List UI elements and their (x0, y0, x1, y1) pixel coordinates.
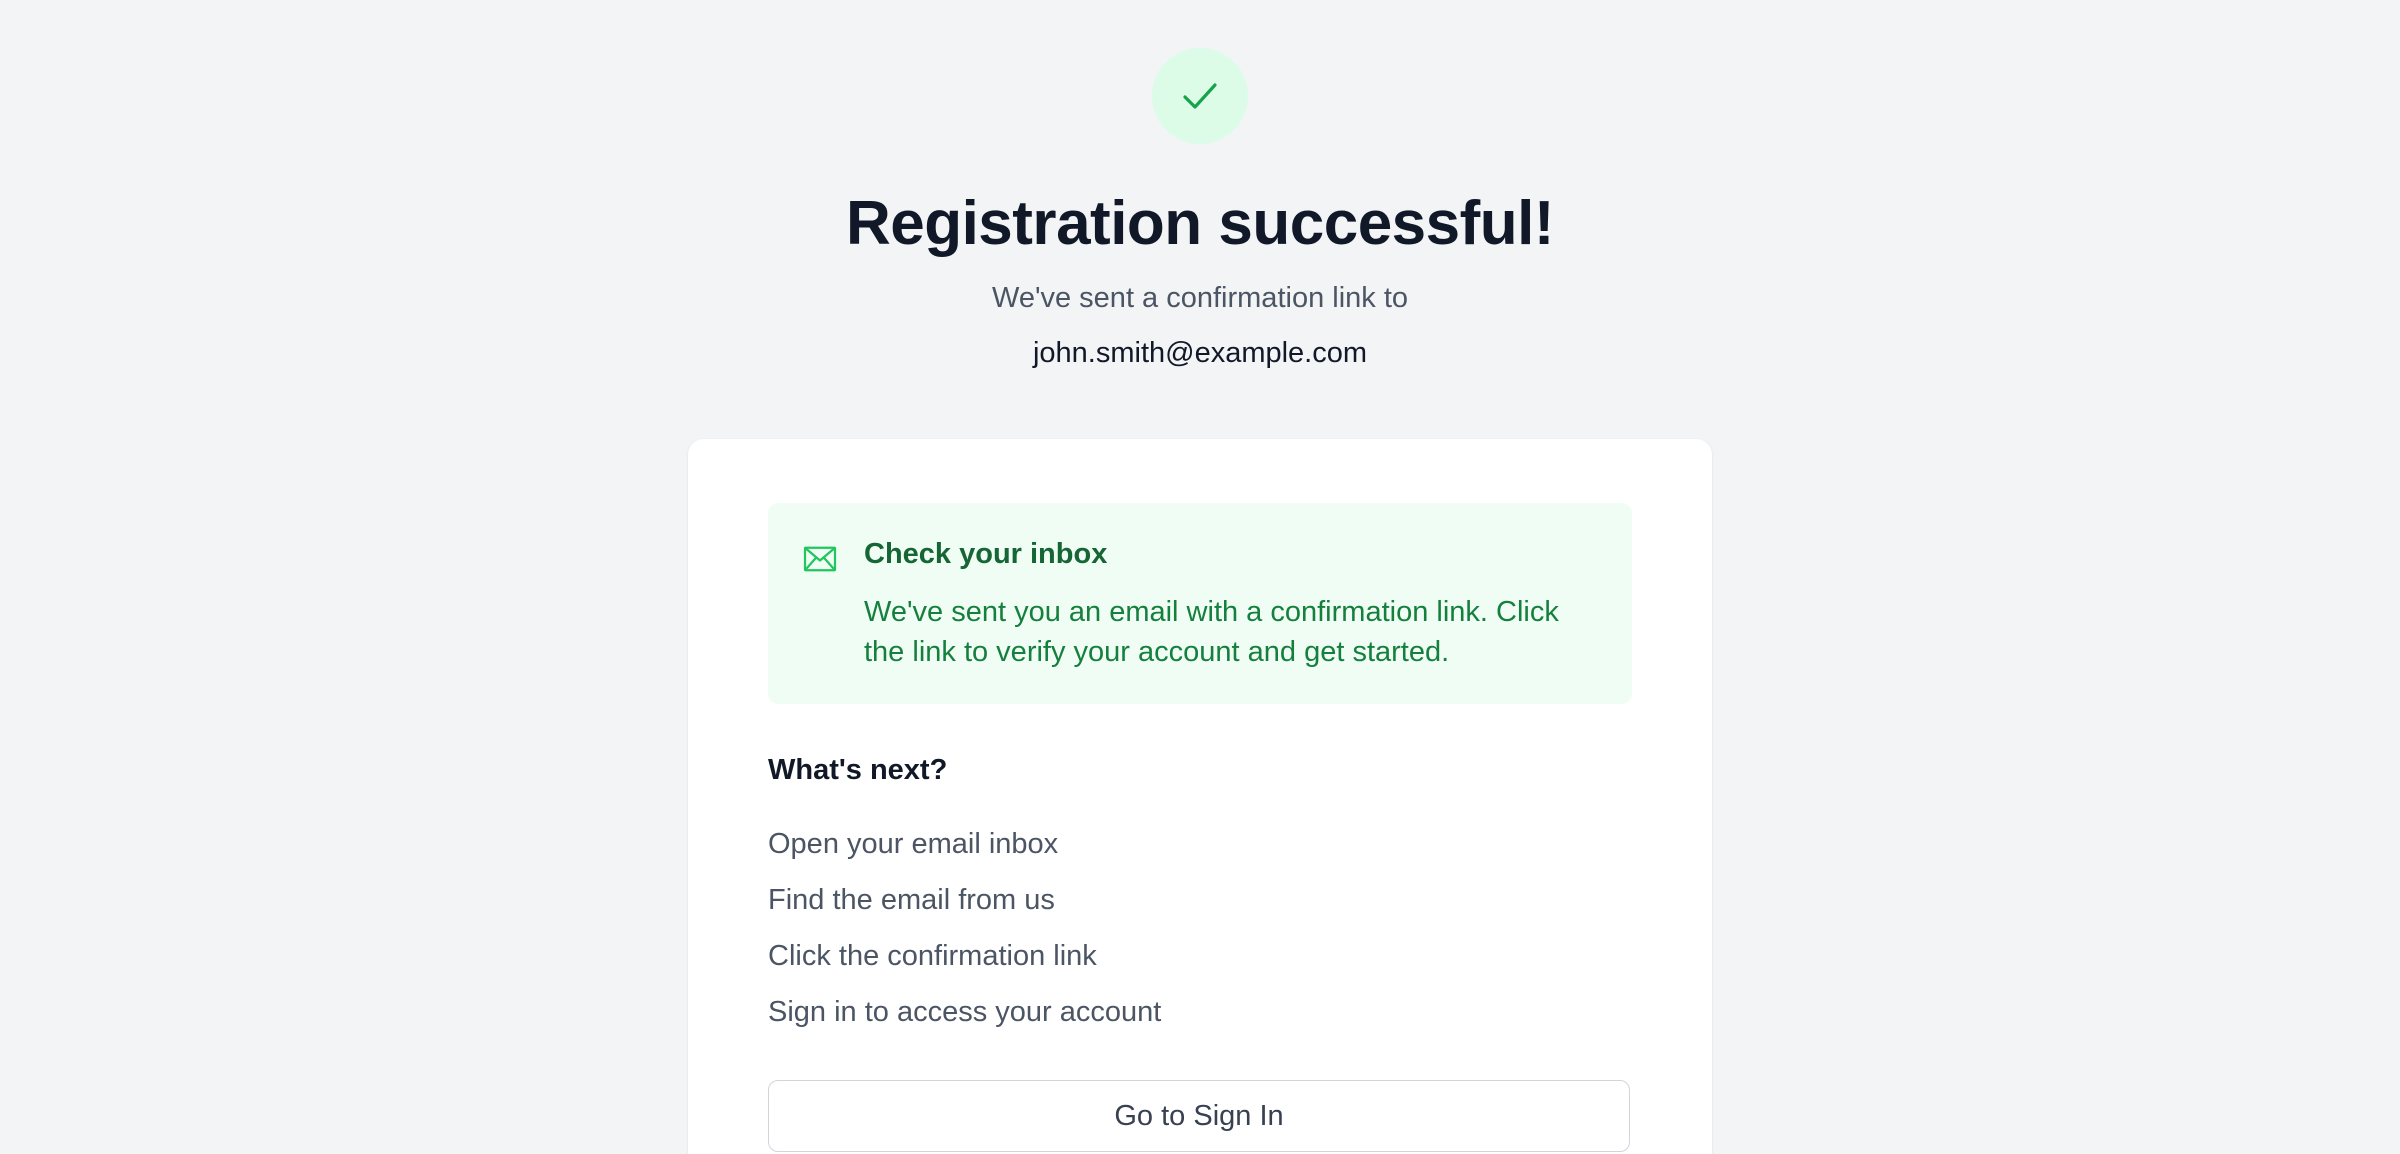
registration-success-page: Registration successful! We've sent a co… (0, 0, 2400, 1154)
success-badge (1152, 48, 1248, 144)
next-steps-heading: What's next? (768, 754, 948, 786)
mail-icon (803, 546, 837, 572)
go-to-sign-in-button[interactable]: Go to Sign In (768, 1080, 1630, 1152)
list-item: Sign in to access your account (768, 996, 1162, 1028)
confirmation-subtitle: We've sent a confirmation link to (991, 282, 1409, 314)
alert-body: We've sent you an email with a confirmat… (864, 596, 1559, 668)
next-steps-list: Open your email inbox Find the email fro… (768, 824, 1161, 1048)
page-title: Registration successful! (845, 189, 1555, 258)
alert-title: Check your inbox (864, 538, 1108, 570)
check-icon (1183, 83, 1217, 109)
list-item: Find the email from us (768, 884, 1055, 916)
inbox-alert: Check your inbox We've sent you an email… (768, 503, 1632, 704)
info-card: Check your inbox We've sent you an email… (688, 439, 1712, 1154)
registered-email: john.smith@example.com (1032, 337, 1368, 369)
list-item: Open your email inbox (768, 828, 1059, 860)
list-item: Click the confirmation link (768, 940, 1097, 972)
